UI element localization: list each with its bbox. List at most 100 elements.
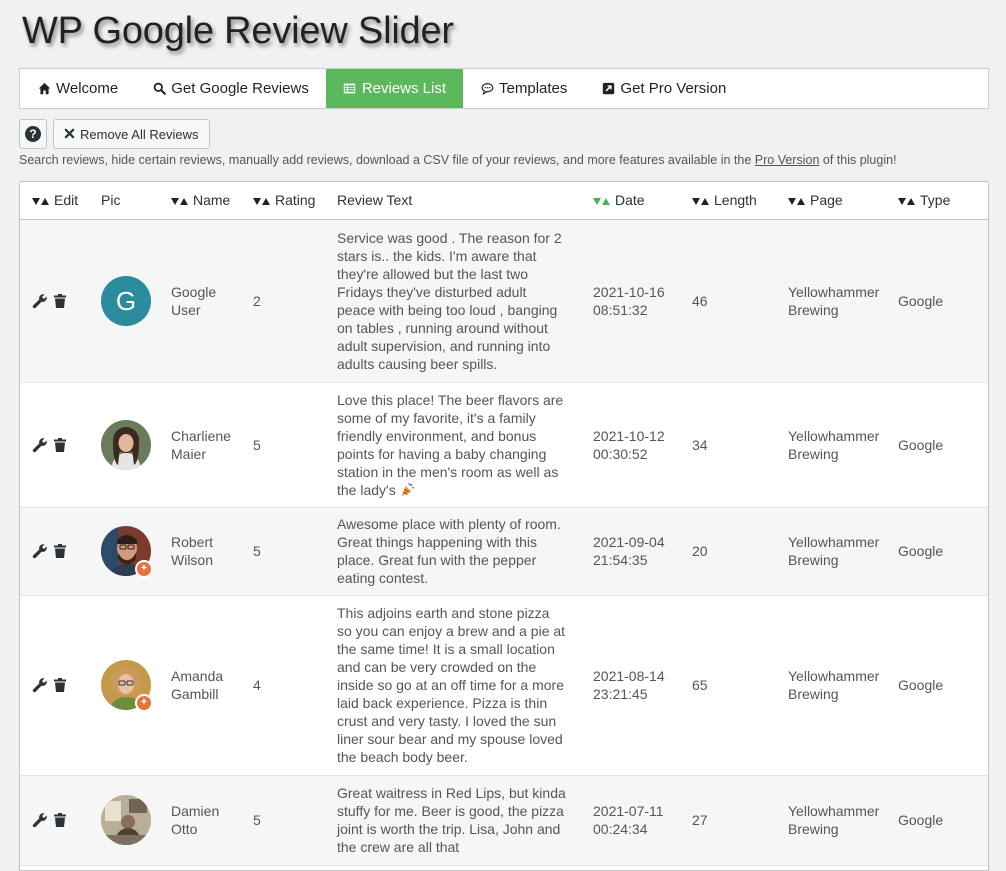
name-line2: Otto (171, 821, 198, 837)
page-line1: Yellowhammer (788, 668, 880, 684)
row-name: Robert Wilson (159, 507, 241, 595)
row-page: Yellowhammer Brewing (776, 382, 886, 507)
row-review-text: Service was good . The reason for 2 star… (337, 229, 562, 372)
name-line1: Google (171, 283, 217, 300)
col-date[interactable]: Date (581, 182, 680, 220)
row-page: Yellowhammer Brewing (776, 507, 886, 595)
name-line2: Wilson (171, 552, 214, 568)
row-type: Google (898, 812, 944, 828)
col-label: Edit (54, 192, 79, 209)
row-name: Charliene Maier (159, 382, 241, 507)
description-after: of this plugin! (819, 153, 897, 167)
table-row: G Google User 2 Service was good . The re… (20, 219, 988, 382)
page-line2: Brewing (788, 445, 839, 462)
col-length[interactable]: Length (680, 182, 776, 220)
tab-label: Welcome (56, 80, 119, 97)
col-label: Date (615, 192, 645, 209)
col-label: Rating (275, 192, 316, 209)
tab-templates[interactable]: Templates (463, 69, 584, 108)
col-pic: Pic (89, 182, 159, 220)
sort-icon (788, 197, 805, 206)
col-label: Name (193, 192, 231, 209)
page-line2: Brewing (788, 552, 839, 568)
comment-icon (480, 82, 494, 96)
page-line2: Brewing (788, 686, 839, 702)
tab-get-pro-version[interactable]: Get Pro Version (584, 69, 743, 108)
sort-icon (692, 197, 709, 206)
remove-all-reviews-button[interactable]: Remove All Reviews (53, 119, 210, 149)
col-label: Type (920, 192, 951, 209)
col-page[interactable]: Page (776, 182, 886, 220)
page-line2: Brewing (788, 821, 839, 837)
trash-icon[interactable] (52, 437, 68, 453)
trash-icon[interactable] (52, 293, 68, 309)
row-actions (20, 219, 89, 382)
row-pic (89, 775, 159, 865)
date-line2: 23:21:45 (593, 686, 648, 702)
tab-get-google-reviews[interactable]: Get Google Reviews (135, 69, 326, 108)
row-review-text: Awesome place with plenty of room. Great… (337, 516, 561, 586)
trash-icon[interactable] (52, 677, 68, 693)
col-label: Length (714, 192, 757, 209)
sort-icon-active (593, 197, 610, 206)
col-type[interactable]: Type (886, 182, 988, 220)
wrench-icon[interactable] (32, 812, 48, 828)
search-icon (152, 82, 166, 96)
help-button[interactable]: ? (19, 119, 47, 149)
tab-label: Templates (499, 80, 568, 97)
col-review-text: Review Text (325, 182, 581, 220)
row-name: Amanda Gambill (159, 595, 241, 775)
remove-all-label: Remove All Reviews (80, 126, 199, 142)
name-line2: Maier (171, 445, 207, 462)
row-pic (89, 382, 159, 507)
col-rating[interactable]: Rating (241, 182, 325, 220)
tab-reviews-list[interactable]: Reviews List (325, 69, 464, 108)
review-text: Love this place! The beer flavors are so… (337, 391, 564, 498)
wrench-icon[interactable] (32, 437, 48, 453)
row-date: 2021-10-16 08:51:32 (581, 219, 680, 382)
date-line2: 21:54:35 (593, 552, 648, 568)
description-text: Search reviews, hide certain reviews, ma… (19, 153, 897, 167)
pro-version-link[interactable]: Pro Version (755, 153, 820, 167)
col-label: Page (810, 192, 843, 209)
avatar: G (101, 275, 151, 326)
trash-icon[interactable] (52, 812, 68, 828)
row-length: 27 (692, 812, 708, 828)
wrench-icon[interactable] (32, 293, 48, 309)
name-line1: Robert (171, 534, 214, 550)
page-line1: Yellowhammer (788, 427, 880, 444)
row-actions (20, 775, 89, 865)
close-icon (64, 127, 75, 142)
row-pic: ✦ (89, 507, 159, 595)
tab-welcome[interactable]: Welcome (20, 69, 135, 108)
toolbar: ? Remove All Reviews (19, 119, 210, 149)
row-type: Google (898, 436, 944, 453)
sort-icon (898, 197, 915, 206)
row-type: Google (898, 292, 944, 309)
row-rating: 5 (253, 543, 261, 559)
row-rating: 2 (253, 292, 261, 309)
col-name[interactable]: Name (159, 182, 241, 220)
table-row: Damien Otto 5 Great waitress in Red Lips,… (20, 775, 988, 865)
wrench-icon[interactable] (32, 543, 48, 559)
date-line1: 2021-10-12 (593, 427, 665, 444)
name-line1: Amanda (171, 668, 224, 684)
wrench-icon[interactable] (32, 677, 48, 693)
page-line1: Yellowhammer (788, 803, 880, 819)
row-type: Google (898, 677, 944, 693)
trash-icon[interactable] (52, 543, 68, 559)
row-review-text: This adjoins earth and stone pizza so yo… (337, 605, 566, 765)
col-label: Review Text (337, 192, 413, 209)
col-edit[interactable]: Edit (20, 182, 89, 220)
row-name: Damien Otto (159, 775, 241, 865)
avatar: ✦ (101, 660, 153, 712)
sort-icon (253, 197, 270, 206)
help-icon: ? (25, 126, 41, 142)
row-name: Google User (159, 219, 241, 382)
row-actions (20, 507, 89, 595)
date-line2: 00:24:34 (593, 821, 648, 837)
table-header-row: Edit Pic Name Rating Review Text Date Le… (20, 182, 988, 220)
date-line1: 2021-07-11 (593, 803, 664, 819)
row-pic: G (89, 219, 159, 382)
row-length: 20 (692, 543, 708, 559)
